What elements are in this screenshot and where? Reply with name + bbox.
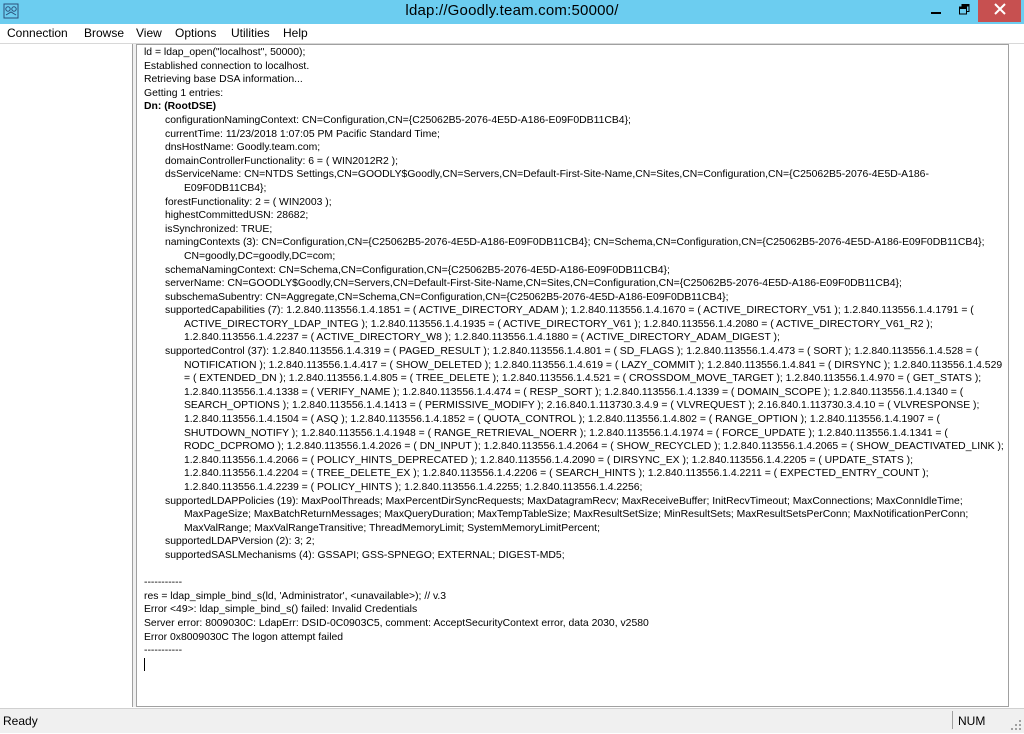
- maximize-button[interactable]: [950, 0, 978, 22]
- status-text: Ready: [3, 714, 38, 728]
- output-line: RODC_DCPROMO ); 1.2.840.113556.1.4.2026 …: [184, 441, 1004, 453]
- output-line: SEARCH_OPTIONS ); 1.2.840.113556.1.4.141…: [184, 400, 980, 412]
- num-lock-indicator: NUM: [958, 714, 986, 728]
- minimize-icon: [931, 2, 941, 20]
- minimize-button[interactable]: [922, 0, 950, 22]
- output-line: subschemaSubentry: CN=Aggregate,CN=Schem…: [165, 291, 729, 303]
- output-line: ld = ldap_open("localhost", 50000);: [144, 47, 306, 58]
- output-line: 1.2.840.113556.1.4.1504 = ( ASQ ); 1.2.8…: [184, 414, 940, 426]
- maximize-icon: [958, 2, 970, 20]
- menu-browse[interactable]: Browse: [83, 26, 125, 41]
- output-line: currentTime: 11/23/2018 1:07:05 PM Pacif…: [165, 128, 440, 140]
- output-line: Error 0x8009030C The logon attempt faile…: [144, 631, 344, 643]
- menu-bar: Connection Browse View Options Utilities…: [0, 24, 1024, 44]
- output-line: 1.2.840.113556.1.4.2237 = ( ACTIVE_DIREC…: [184, 332, 780, 344]
- output-line: 1.2.840.113556.1.4.2239 = ( POLICY_HINTS…: [184, 482, 643, 493]
- output-line: Getting 1 entries:: [144, 87, 224, 99]
- resize-grip-icon[interactable]: [1010, 719, 1022, 731]
- output-line: highestCommittedUSN: 28682;: [165, 210, 309, 222]
- output-line: ACTIVE_DIRECTORY_LDAP_INTEG ); 1.2.840.1…: [184, 318, 933, 330]
- output-line: SHUTDOWN_NOTIFY ); 1.2.840.113556.1.4.19…: [184, 427, 948, 439]
- output-line: MaxPageSize; MaxBatchReturnMessages; Max…: [184, 509, 969, 521]
- output-line: supportedLDAPPolicies (19): MaxPoolThrea…: [165, 495, 963, 507]
- output-line: configurationNamingContext: CN=Configura…: [165, 114, 631, 126]
- menu-help[interactable]: Help: [282, 26, 309, 41]
- output-line: dnsHostName: Goodly.team.com;: [165, 142, 321, 154]
- output-line: serverName: CN=GOODLY$Goodly,CN=Servers,…: [165, 278, 902, 290]
- output-line: namingContexts (3): CN=Configuration,CN=…: [165, 237, 985, 249]
- window-title: ldap://Goodly.team.com:50000/: [405, 2, 619, 19]
- title-bar[interactable]: ldap://Goodly.team.com:50000/: [0, 0, 1024, 25]
- text-caret: [144, 657, 145, 671]
- status-divider: [952, 711, 953, 729]
- output-line: res = ldap_simple_bind_s(ld, 'Administra…: [144, 590, 447, 602]
- output-line: CN=goodly,DC=goodly,DC=com;: [184, 250, 336, 262]
- output-line: dsServiceName: CN=NTDS Settings,CN=GOODL…: [165, 169, 929, 181]
- status-bar: Ready NUM: [0, 708, 1024, 733]
- output-line: -----------: [144, 577, 183, 589]
- output-line: schemaNamingContext: CN=Schema,CN=Config…: [165, 264, 670, 276]
- output-line: domainControllerFunctionality: 6 = ( WIN…: [165, 155, 399, 167]
- output-line: = ( EXTENDED_DN ); 1.2.840.113556.1.4.80…: [184, 373, 982, 385]
- close-button[interactable]: [978, 0, 1021, 22]
- output-line: supportedLDAPVersion (2): 3; 2;: [165, 536, 315, 548]
- output-text[interactable]: ld = ldap_open("localhost", 50000); Estab…: [144, 46, 1006, 671]
- output-line: 1.2.840.113556.1.4.2066 = ( POLICY_HINTS…: [184, 454, 913, 466]
- output-line: supportedSASLMechanisms (4): GSSAPI; GSS…: [165, 549, 565, 561]
- output-line: 1.2.840.113556.1.4.2204 = ( TREE_DELETE_…: [184, 468, 929, 480]
- output-line: E09F0DB11CB4};: [184, 182, 267, 194]
- output-line: Established connection to localhost.: [144, 60, 310, 72]
- output-line: isSynchronized: TRUE;: [165, 223, 273, 235]
- menu-connection[interactable]: Connection: [6, 26, 69, 41]
- output-caret-line: [144, 657, 1006, 672]
- close-icon: [993, 2, 1006, 20]
- output-line: 1.2.840.113556.1.4.1338 = ( VERIFY_NAME …: [184, 386, 964, 398]
- output-line: NOTIFICATION ); 1.2.840.113556.1.4.417 =…: [184, 359, 1003, 371]
- menu-view[interactable]: View: [135, 26, 163, 41]
- menu-utilities[interactable]: Utilities: [230, 26, 271, 41]
- output-line: forestFunctionality: 2 = ( WIN2003 );: [165, 196, 332, 208]
- output-line: supportedCapabilities (7): 1.2.840.11355…: [165, 305, 974, 317]
- output-pane[interactable]: ld = ldap_open("localhost", 50000); Estab…: [136, 44, 1009, 707]
- output-line: Error <49>: ldap_simple_bind_s() failed:…: [144, 604, 418, 616]
- menu-options[interactable]: Options: [174, 26, 217, 41]
- output-line: -----------: [144, 645, 183, 657]
- output-line: Retrieving base DSA information...: [144, 74, 303, 86]
- output-line: Server error: 8009030C: LdapErr: DSID-0C…: [144, 617, 649, 629]
- tree-view-pane[interactable]: [0, 44, 133, 707]
- vertical-scrollbar[interactable]: [1009, 44, 1024, 707]
- output-line: Dn: (RootDSE): [144, 101, 217, 113]
- output-line: supportedControl (37): 1.2.840.113556.1.…: [165, 346, 979, 358]
- output-line: MaxValRange; MaxValRangeTransitive; Thre…: [184, 522, 600, 534]
